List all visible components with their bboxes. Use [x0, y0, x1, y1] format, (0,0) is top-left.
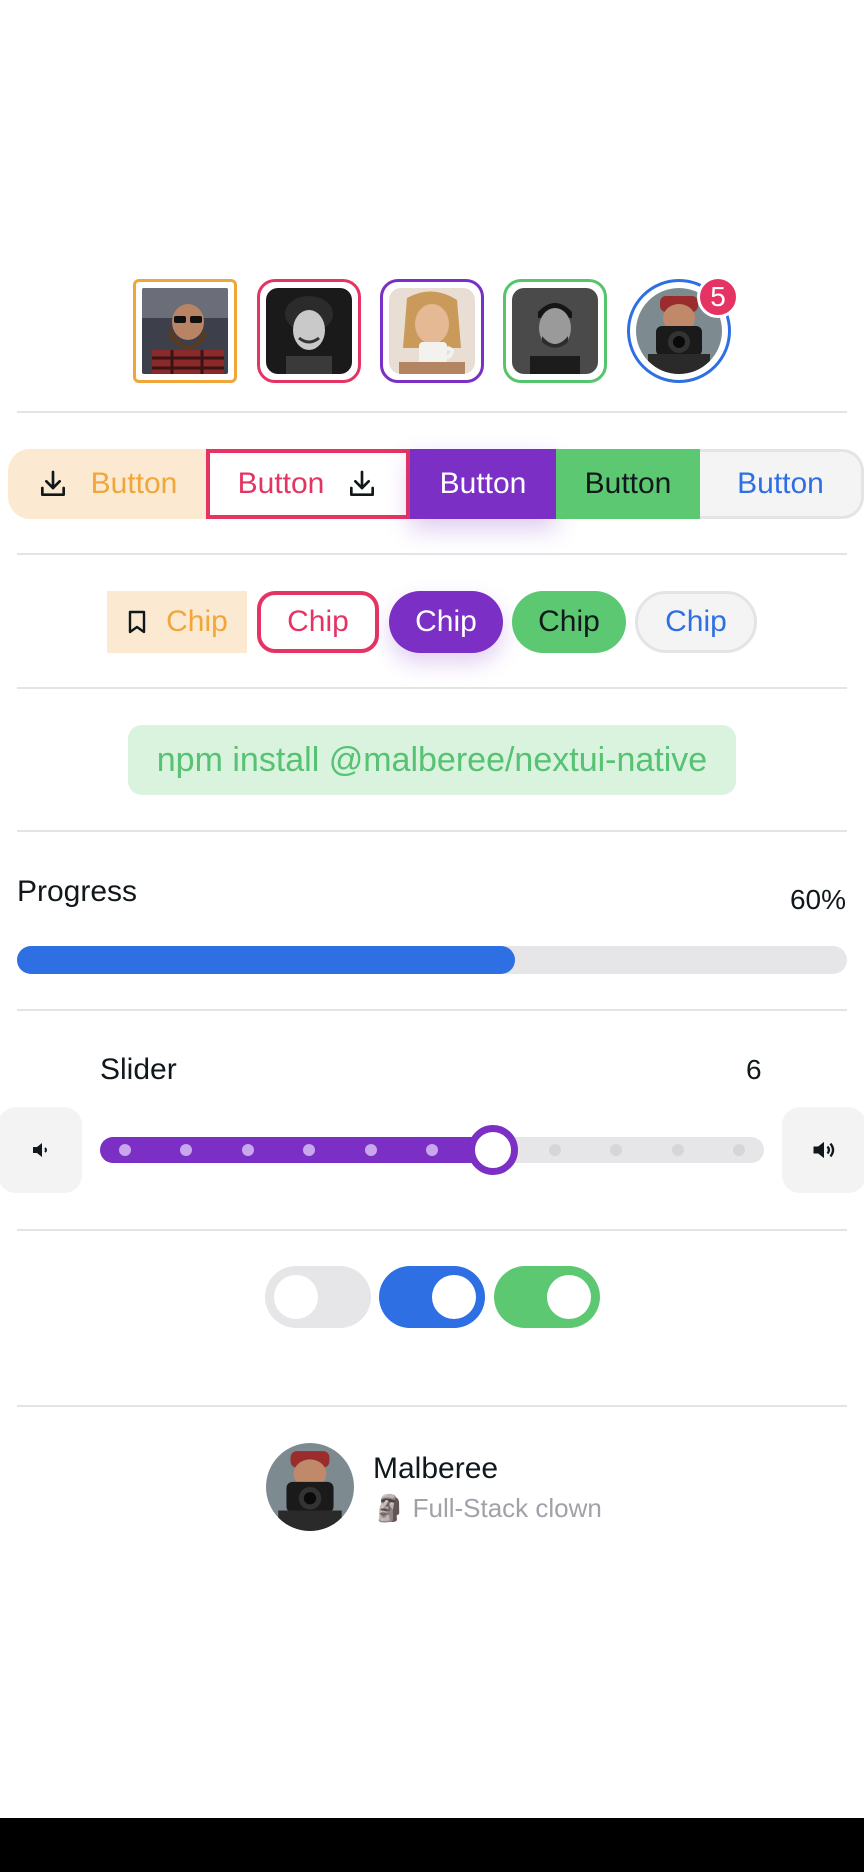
slider-step-dot	[364, 1144, 377, 1156]
button-label: Button	[90, 467, 178, 500]
chip-label: Chip	[166, 605, 228, 638]
button-label: Button	[439, 467, 527, 500]
volume-high-icon	[813, 1141, 835, 1159]
chip-label: Chip	[538, 605, 600, 638]
photo-smiling-man	[266, 288, 352, 374]
avatar-man-portrait[interactable]	[503, 279, 607, 383]
button-secondary[interactable]: Button	[410, 449, 556, 519]
switch-success[interactable]	[494, 1266, 600, 1328]
progress-track	[17, 946, 847, 974]
download-button-warning[interactable]: Button	[8, 449, 206, 519]
chip-success[interactable]: Chip	[512, 591, 626, 653]
user-name: Malberee	[373, 1452, 499, 1485]
photo-man-portrait	[512, 288, 598, 374]
volume-up-button[interactable]	[782, 1107, 864, 1193]
button-label: Button	[737, 467, 824, 500]
install-snippet[interactable]: npm install @malberee/nextui-native	[128, 725, 736, 795]
progress-label: Progress	[17, 875, 138, 908]
divider	[17, 830, 847, 832]
bookmark-icon	[128, 610, 146, 634]
slider-value: 6	[746, 1054, 762, 1085]
avatar-smiling-man[interactable]	[257, 279, 361, 383]
divider	[17, 1229, 847, 1231]
slider-step-dot	[671, 1144, 684, 1156]
avatar-woman-coffee[interactable]	[380, 279, 484, 383]
user-description: 🗿 Full-Stack clown	[373, 1493, 602, 1523]
switch-default[interactable]	[265, 1266, 371, 1328]
photo-photographer	[266, 1443, 354, 1531]
divider	[17, 1009, 847, 1011]
slider-thumb[interactable]	[468, 1125, 519, 1175]
photo-bearded-man	[142, 288, 228, 374]
chip-warning[interactable]: Chip	[107, 591, 247, 653]
photo-woman-coffee	[389, 288, 475, 374]
divider	[17, 1405, 847, 1407]
divider	[17, 553, 847, 555]
button-label: Button	[237, 467, 325, 500]
user-card: Malberee 🗿 Full-Stack clown	[266, 1443, 606, 1531]
switch-knob	[274, 1275, 318, 1319]
chip-label: Chip	[415, 605, 477, 638]
button-label: Button	[584, 467, 672, 500]
slider-label: Slider	[100, 1053, 177, 1086]
notification-badge: 5	[697, 276, 739, 318]
download-button-danger[interactable]: Button	[206, 449, 410, 519]
chip-secondary[interactable]: Chip	[389, 591, 503, 653]
switch-knob	[547, 1275, 591, 1319]
slider-step-dot	[119, 1144, 131, 1156]
slider-step-dot	[426, 1144, 438, 1156]
volume-down-button[interactable]	[0, 1107, 82, 1193]
chip-label: Chip	[665, 605, 727, 638]
switch-primary[interactable]	[379, 1266, 485, 1328]
user-avatar[interactable]	[266, 1443, 354, 1531]
button-success[interactable]: Button	[556, 449, 700, 519]
slider-step-dot	[548, 1144, 561, 1156]
progress-value: 60%	[789, 884, 846, 915]
divider	[17, 687, 847, 689]
download-icon	[350, 470, 375, 496]
slider-step-dot	[733, 1144, 745, 1156]
system-navigation-bar	[0, 1818, 864, 1872]
button-primary[interactable]: Button	[700, 449, 864, 519]
chip-danger[interactable]: Chip	[257, 591, 379, 653]
slider-fill	[100, 1137, 504, 1163]
download-icon	[40, 470, 65, 496]
volume-low-icon	[33, 1143, 47, 1157]
chip-label: Chip	[287, 605, 349, 638]
progress-fill	[17, 946, 515, 974]
chip-primary[interactable]: Chip	[635, 591, 757, 653]
avatar-bearded-man[interactable]	[133, 279, 237, 383]
slider-step-dot	[241, 1144, 254, 1156]
divider	[17, 411, 847, 413]
switch-knob	[432, 1275, 476, 1319]
